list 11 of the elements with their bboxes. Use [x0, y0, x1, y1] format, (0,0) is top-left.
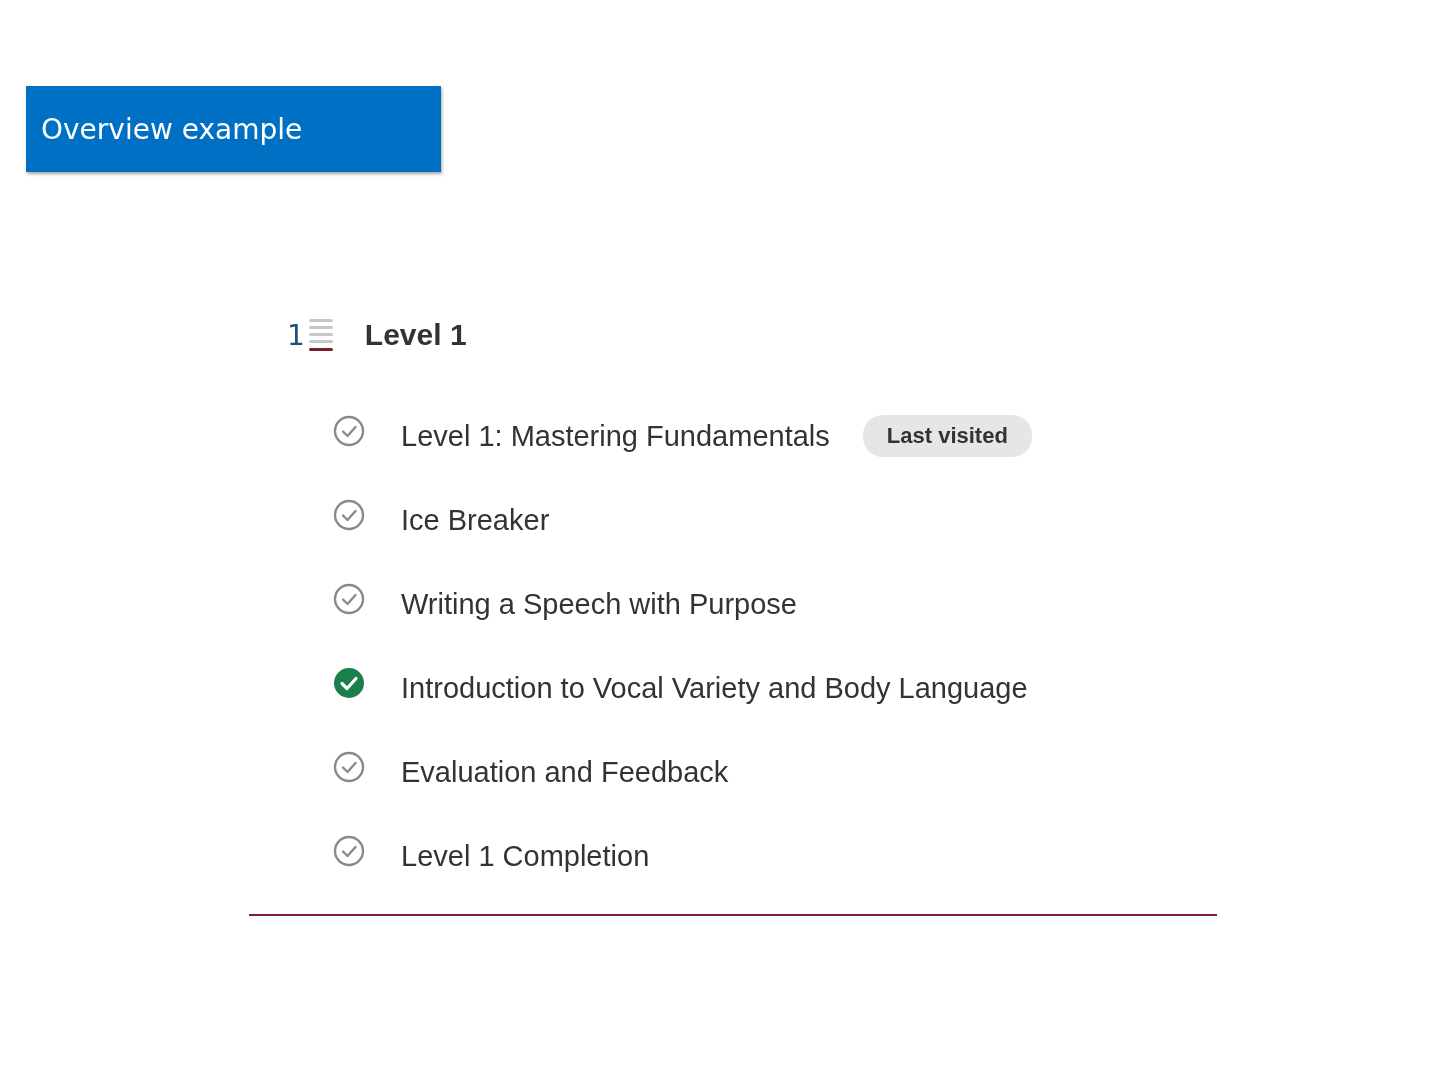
lesson-link[interactable]: Writing a Speech with Purpose — [401, 587, 797, 621]
lesson-link[interactable]: Introduction to Vocal Variety and Body Language — [401, 671, 1028, 705]
lesson-link[interactable]: Ice Breaker — [401, 503, 550, 537]
section-title: Level 1 — [364, 318, 467, 352]
lesson-link[interactable]: Level 1 Completion — [401, 839, 650, 873]
level-number: 1 — [287, 318, 305, 352]
lesson-link[interactable]: Level 1: Mastering Fundamentals — [401, 419, 830, 453]
list-icon — [308, 317, 335, 353]
lesson-link[interactable]: Evaluation and Feedback — [401, 755, 729, 789]
banner-title: Overview example — [41, 112, 303, 146]
last-visited-badge: Last visited — [862, 415, 1032, 457]
